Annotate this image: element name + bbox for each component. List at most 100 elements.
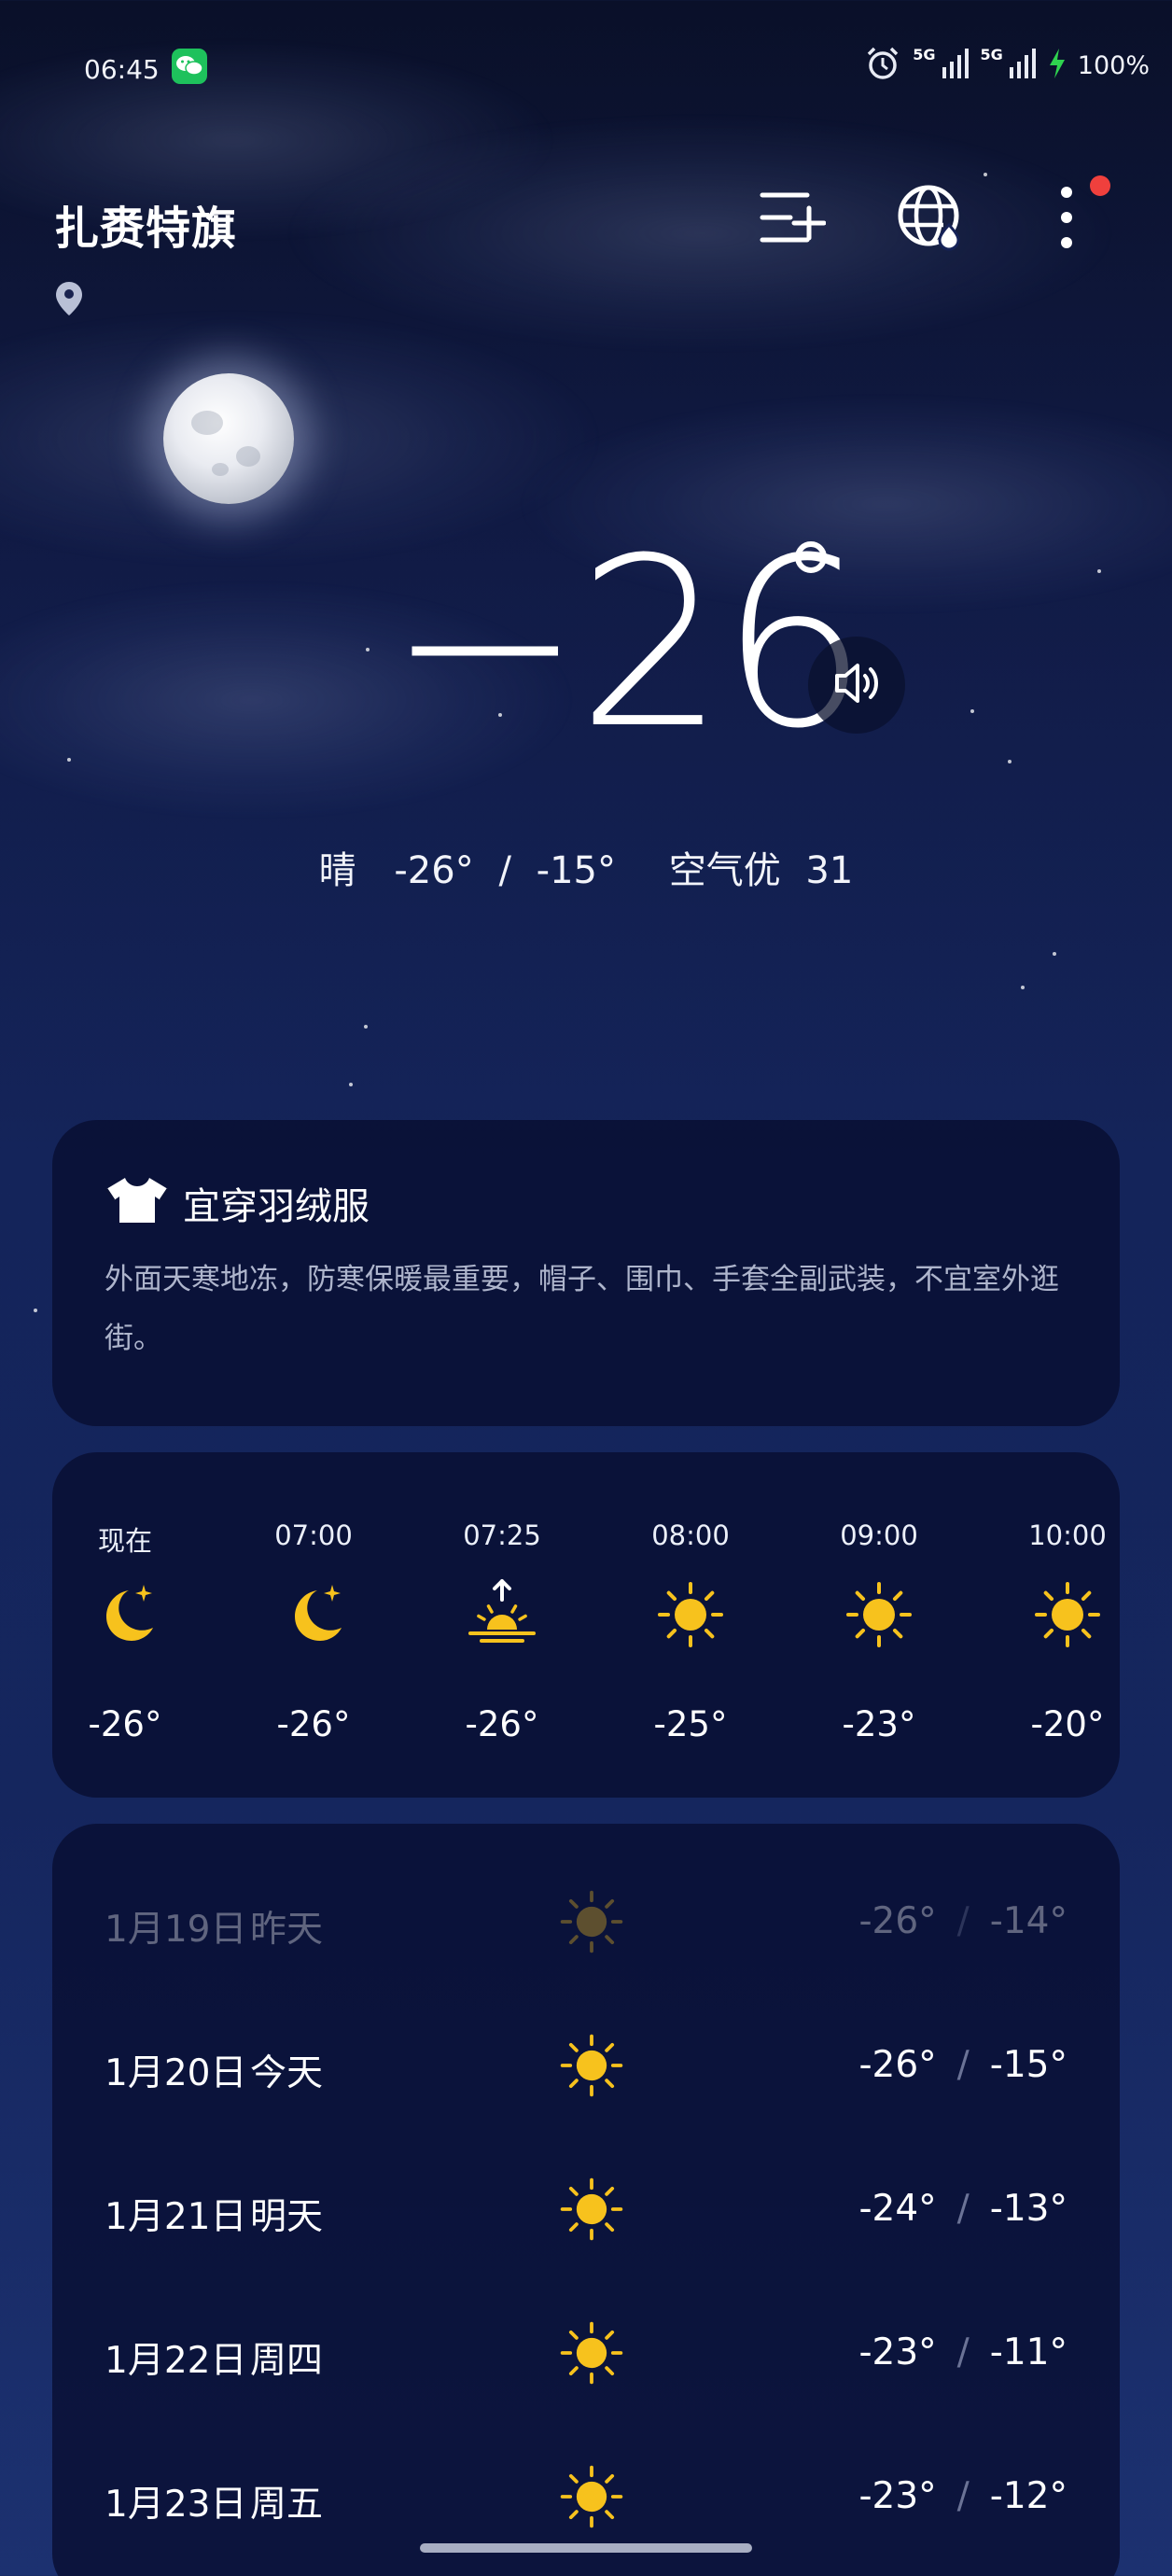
hourly-temp: -20° [1030,1704,1105,1744]
day-name: 周五 [250,2484,324,2526]
hourly-temp: -26° [88,1704,162,1744]
sun-icon [1030,1577,1105,1652]
signal-icon [942,47,970,84]
day-low: -23° [858,2331,937,2373]
sunrise-icon [465,1577,539,1652]
hourly-item[interactable]: 09:00 -23° [804,1452,954,1798]
day-name: 明天 [250,2196,324,2238]
current-temperature: −26 [387,508,869,779]
hourly-temp: -25° [653,1704,728,1744]
weather-summary: 晴 -26° / -15° 空气优 31 [0,840,1172,894]
day-high: -12° [989,2475,1067,2517]
moon-illustration [163,373,294,504]
daily-forecast-card[interactable]: 1月19日 昨天 -26° / -14° 1月20日 今天 -26° / -15… [52,1824,1120,2576]
sun-icon [556,1886,627,1957]
clothing-title: 宜穿羽绒服 [183,1185,370,1228]
hourly-temp: -23° [842,1704,916,1744]
globe-icon [897,184,964,255]
day-date: 1月23日 [105,2484,247,2526]
daily-row[interactable]: 1月20日 今天 -26° / -15° [52,1995,1120,2139]
day-low: -26° [858,1900,937,1942]
daily-row[interactable]: 1月22日 周四 -23° / -11° [52,2283,1120,2427]
hourly-time: 07:00 [274,1519,353,1551]
day-temp-separator: / [956,2475,970,2517]
day-date: 1月19日 [105,1909,247,1951]
day-high: -15° [989,2044,1067,2086]
speaker-icon [831,660,882,710]
day-temps: -23° / -12° [858,2475,1067,2517]
day-temp-separator: / [956,1900,970,1942]
day-high: -11° [989,2331,1067,2373]
home-indicator[interactable] [420,2543,752,2553]
hourly-item[interactable]: 07:25 -26° [427,1452,577,1798]
hourly-time: 08:00 [651,1519,730,1551]
signal-2-label: 5G [980,45,1003,63]
moon-star-icon [88,1577,162,1652]
day-temp-separator: / [956,2044,970,2086]
charging-icon [1048,48,1067,83]
day-name: 周四 [250,2340,324,2382]
sun-icon [556,2174,627,2245]
status-time: 06:45 [84,54,160,85]
daily-row[interactable]: 1月21日 明天 -24° / -13° [52,2139,1120,2283]
day-temps: -26° / -15° [858,2044,1067,2086]
shirt-icon [105,1174,170,1230]
day-high: -13° [989,2188,1067,2230]
day-low: -24° [858,2188,937,2230]
wechat-icon [172,49,207,84]
day-low: -23° [858,2475,937,2517]
day-date: 1月22日 [105,2340,247,2382]
add-city-icon [759,188,827,251]
more-icon [1059,185,1074,254]
day-date: 1月20日 [105,2052,247,2094]
degree-symbol [795,541,827,573]
notification-dot [1090,175,1110,196]
sun-icon [556,2030,627,2101]
status-icons: 5G 5G 100% [864,45,1150,86]
day-high: -14° [989,1900,1067,1942]
hourly-time: 09:00 [840,1519,918,1551]
day-low: -26° [858,2044,937,2086]
add-city-button[interactable] [750,177,834,261]
hourly-temp: -26° [465,1704,539,1744]
voice-broadcast-button[interactable] [808,637,905,734]
city-name[interactable]: 扎赉特旗 [54,191,237,257]
battery-level: 100% [1077,50,1150,80]
day-temps: -24° / -13° [858,2188,1067,2230]
hourly-temp: -26° [276,1704,351,1744]
signal-1-label: 5G [913,45,936,63]
air-quality-label[interactable]: 空气优 [669,849,781,892]
hourly-time: 07:25 [463,1519,541,1551]
hourly-time: 现在 [97,1525,152,1557]
sun-icon [653,1577,728,1652]
day-temps: -23° / -11° [858,2331,1067,2373]
hourly-time: 10:00 [1028,1519,1107,1551]
high-temp: -15° [536,849,616,892]
condition-text: 晴 [318,849,356,892]
day-temp-separator: / [956,2331,970,2373]
clothing-description: 外面天寒地冻，防寒保暖最重要，帽子、围巾、手套全副武装，不宜室外逛街。 [105,1263,1059,1355]
sun-icon [556,2461,627,2532]
sun-icon [842,1577,916,1652]
status-bar: 06:45 5G 5G 100% [0,0,1172,140]
day-temps: -26° / -14° [858,1900,1067,1942]
aqi-value[interactable]: 31 [805,849,853,892]
hourly-item[interactable]: 07:00 -26° [239,1452,388,1798]
hourly-item[interactable]: 08:00 -25° [616,1452,765,1798]
day-temp-separator: / [956,2188,970,2230]
location-pin-icon [54,280,84,321]
sun-icon [556,2317,627,2388]
alarm-icon [864,45,901,86]
signal-icon-2 [1009,47,1037,84]
day-name: 今天 [250,2052,324,2094]
day-date: 1月21日 [105,2196,247,2238]
hourly-forecast-card[interactable]: 现在 -26° 07:00 -26° 07:25 -26° 08:00 -25°… [52,1452,1120,1798]
day-name: 昨天 [250,1909,324,1951]
low-temp: -26° [394,849,474,892]
daily-row[interactable]: 1月19日 昨天 -26° / -14° [52,1852,1120,1995]
clothing-card[interactable]: 宜穿羽绒服 外面天寒地冻，防寒保暖最重要，帽子、围巾、手套全副武装，不宜室外逛街… [52,1120,1120,1426]
hourly-item[interactable]: 10:00 -20° [993,1452,1120,1798]
moon-star-icon [276,1577,351,1652]
globe-button[interactable] [888,177,972,261]
hourly-item[interactable]: 现在 -26° [52,1452,200,1798]
